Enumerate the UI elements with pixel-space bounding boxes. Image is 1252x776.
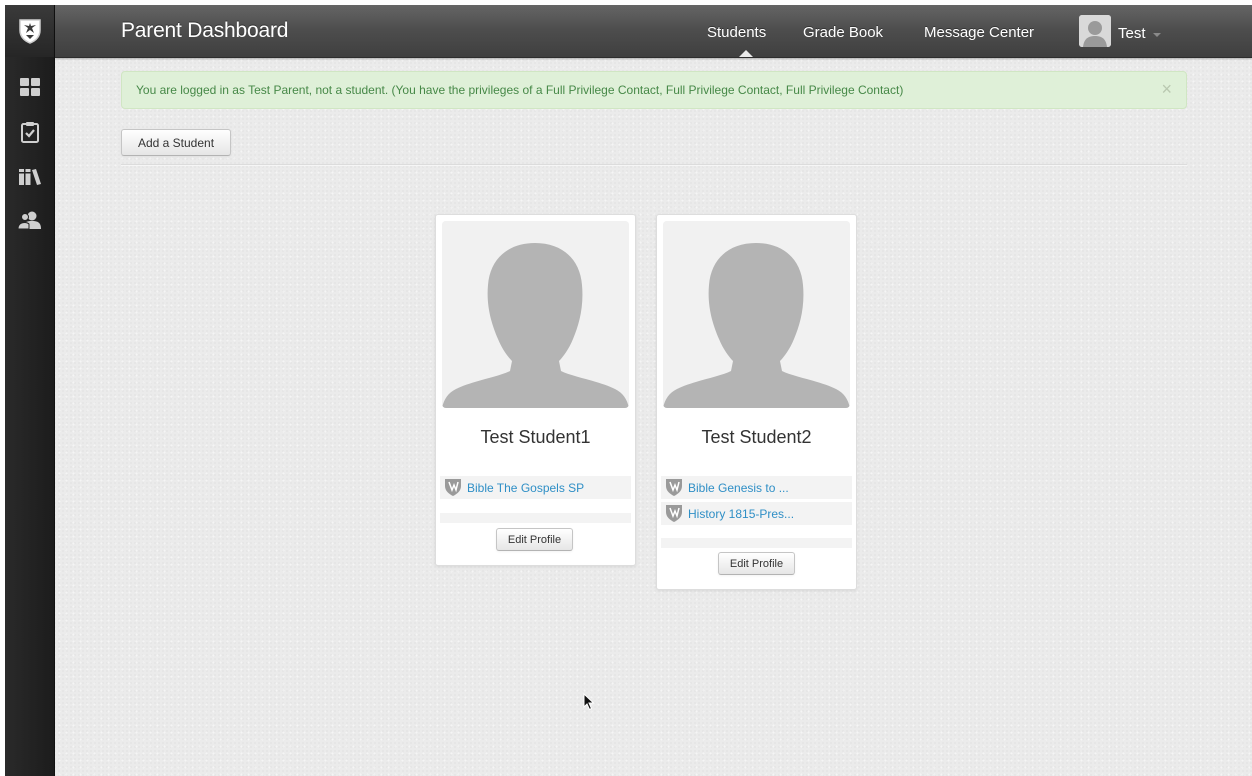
dashboard-grid-icon[interactable] (5, 70, 54, 104)
shield-logo-icon[interactable] (5, 5, 54, 57)
course-link[interactable]: Bible The Gospels SP (467, 481, 584, 495)
nav-message-center[interactable]: Message Center (924, 24, 1034, 41)
users-icon[interactable] (5, 203, 54, 237)
course-shield-icon (666, 479, 682, 496)
course-shield-icon (445, 479, 461, 496)
library-books-icon[interactable] (5, 160, 54, 194)
student-avatar (442, 221, 629, 408)
student-avatar (663, 221, 850, 408)
edit-profile-button[interactable]: Edit Profile (718, 552, 795, 575)
user-menu-caret-icon[interactable] (1153, 33, 1161, 37)
top-navbar: Parent Dashboard Students Grade Book Mes… (55, 5, 1252, 58)
student-name: Test Student1 (480, 427, 591, 447)
alert-message: You are logged in as Test Parent, not a … (136, 83, 904, 97)
active-nav-caret (739, 50, 753, 57)
card-footer-bar (661, 538, 852, 548)
student-card: Test Student2 Bible Genesis to ... Histo… (656, 214, 857, 590)
mouse-pointer-icon (583, 692, 595, 716)
course-link[interactable]: Bible Genesis to ... (688, 481, 789, 495)
card-footer-bar (440, 513, 631, 523)
close-icon[interactable]: × (1161, 80, 1172, 98)
left-sidebar (5, 5, 55, 776)
user-menu-name[interactable]: Test (1118, 25, 1146, 42)
brand-title[interactable]: Parent Dashboard (121, 19, 288, 43)
nav-grade-book[interactable]: Grade Book (803, 24, 883, 41)
course-shield-icon (666, 505, 682, 522)
course-item: Bible The Gospels SP (440, 476, 631, 499)
add-student-button[interactable]: Add a Student (121, 129, 231, 156)
login-info-alert: You are logged in as Test Parent, not a … (121, 71, 1187, 109)
nav-students[interactable]: Students (707, 24, 766, 41)
user-avatar[interactable] (1079, 15, 1111, 47)
course-item: Bible Genesis to ... (661, 476, 852, 499)
student-name: Test Student2 (701, 427, 812, 447)
course-link[interactable]: History 1815-Pres... (688, 507, 794, 521)
course-item: History 1815-Pres... (661, 502, 852, 525)
app-window: Parent Dashboard Students Grade Book Mes… (5, 5, 1252, 776)
checklist-icon[interactable] (5, 115, 54, 149)
section-divider (121, 164, 1187, 166)
edit-profile-button[interactable]: Edit Profile (496, 528, 573, 551)
student-card: Test Student1 Bible The Gospels SP Edit … (435, 214, 636, 566)
